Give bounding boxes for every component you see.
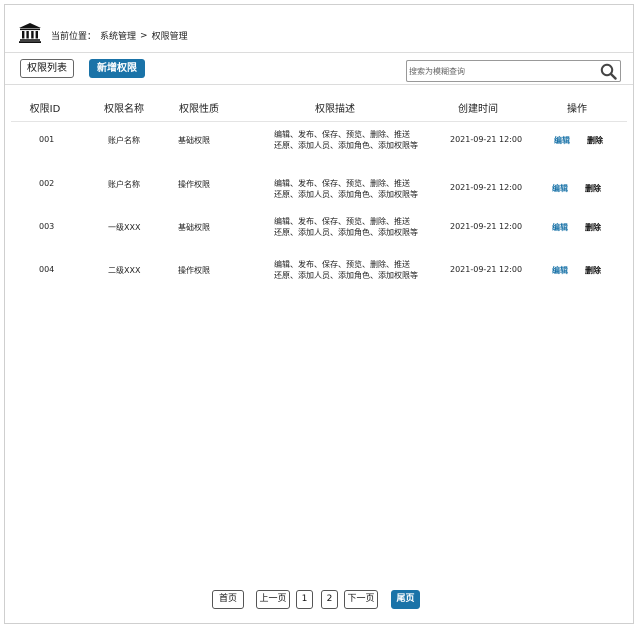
page-header: 当前位置： 系统管理 > 权限管理: [5, 5, 633, 53]
edit-link[interactable]: 编辑: [554, 135, 570, 146]
cell-type: 基础权限: [178, 223, 210, 232]
cell-description: 编辑、发布、保存、预览、删除、推送 还原、添加人员、添加角色、添加权限等: [274, 259, 418, 281]
description-line: 还原、添加人员、添加角色、添加权限等: [274, 228, 418, 237]
description-line: 还原、添加人员、添加角色、添加权限等: [274, 141, 418, 150]
toolbar: 权限列表 新增权限: [5, 54, 633, 85]
description-line: 还原、添加人员、添加角色、添加权限等: [274, 271, 418, 280]
cell-description: 编辑、发布、保存、预览、删除、推送 还原、添加人员、添加角色、添加权限等: [274, 129, 418, 151]
table-row: 004 二级XXX 操作权限 编辑、发布、保存、预览、删除、推送 还原、添加人员…: [11, 258, 627, 302]
cell-id: 004: [39, 265, 55, 274]
breadcrumb-current: 权限管理: [151, 32, 188, 42]
permission-list-button[interactable]: 权限列表: [20, 59, 74, 78]
search-input[interactable]: [409, 63, 595, 79]
header-created: 创建时间: [458, 104, 498, 115]
next-page-button[interactable]: 下一页: [344, 590, 378, 609]
table-row: 002 账户名称 操作权限 编辑、发布、保存、预览、删除、推送 还原、添加人员、…: [11, 171, 627, 215]
description-line: 还原、添加人员、添加角色、添加权限等: [274, 190, 418, 199]
search-icon[interactable]: [600, 63, 617, 80]
edit-link[interactable]: 编辑: [552, 265, 568, 276]
header-name: 权限名称: [104, 104, 144, 115]
cell-id: 002: [39, 179, 55, 188]
breadcrumb-prefix: 当前位置：: [51, 32, 97, 42]
search-box: [406, 60, 621, 82]
page-1-button[interactable]: 1: [296, 590, 313, 609]
breadcrumb-section[interactable]: 系统管理: [100, 29, 136, 42]
cell-type: 操作权限: [178, 266, 210, 275]
page-2-button[interactable]: 2: [321, 590, 338, 609]
cell-id: 001: [39, 135, 55, 144]
description-line: 编辑、发布、保存、预览、删除、推送: [274, 260, 410, 269]
cell-id: 003: [39, 222, 55, 231]
last-page-button[interactable]: 尾页: [391, 590, 420, 609]
app-frame: 当前位置： 系统管理 > 权限管理 权限列表 新增权限 权限ID 权限名称 权限…: [4, 4, 634, 624]
header-description: 权限描述: [315, 104, 355, 115]
table-header: 权限ID 权限名称 权限性质 权限描述 创建时间 操作: [11, 86, 627, 122]
delete-link[interactable]: 删除: [585, 265, 601, 276]
pagination: 首页 上一页 1 2 下一页 尾页: [5, 590, 633, 612]
breadcrumb-separator: >: [140, 30, 148, 41]
prev-page-button[interactable]: 上一页: [256, 590, 290, 609]
edit-link[interactable]: 编辑: [552, 222, 568, 233]
cell-description: 编辑、发布、保存、预览、删除、推送 还原、添加人员、添加角色、添加权限等: [274, 216, 418, 238]
bank-building-icon: [19, 23, 41, 43]
delete-link[interactable]: 删除: [585, 183, 601, 194]
description-line: 编辑、发布、保存、预览、删除、推送: [274, 179, 410, 188]
cell-created: 2021-09-21 12:00: [450, 265, 523, 274]
header-type: 权限性质: [179, 104, 219, 115]
cell-type: 基础权限: [178, 136, 210, 145]
description-line: 编辑、发布、保存、预览、删除、推送: [274, 130, 410, 139]
description-line: 编辑、发布、保存、预览、删除、推送: [274, 217, 410, 226]
delete-link[interactable]: 删除: [585, 222, 601, 233]
cell-name: 一级XXX: [108, 223, 141, 232]
cell-created: 2021-09-21 12:00: [450, 135, 523, 144]
cell-created: 2021-09-21 12:00: [450, 183, 523, 192]
add-permission-button[interactable]: 新增权限: [89, 59, 145, 78]
header-actions: 操作: [567, 104, 587, 115]
header-id: 权限ID: [29, 104, 61, 115]
table-row: 003 一级XXX 基础权限 编辑、发布、保存、预览、删除、推送 还原、添加人员…: [11, 214, 627, 258]
cell-type: 操作权限: [178, 180, 210, 189]
first-page-button[interactable]: 首页: [212, 590, 244, 609]
cell-name: 账户名称: [108, 136, 140, 145]
cell-created: 2021-09-21 12:00: [450, 222, 523, 231]
cell-name: 二级XXX: [108, 266, 141, 275]
delete-link[interactable]: 删除: [587, 135, 603, 146]
cell-name: 账户名称: [108, 180, 140, 189]
cell-description: 编辑、发布、保存、预览、删除、推送 还原、添加人员、添加角色、添加权限等: [274, 178, 418, 200]
breadcrumb: 当前位置： 系统管理 > 权限管理: [51, 29, 188, 43]
edit-link[interactable]: 编辑: [552, 183, 568, 194]
table-row: 001 账户名称 基础权限 编辑、发布、保存、预览、删除、推送 还原、添加人员、…: [11, 127, 627, 171]
